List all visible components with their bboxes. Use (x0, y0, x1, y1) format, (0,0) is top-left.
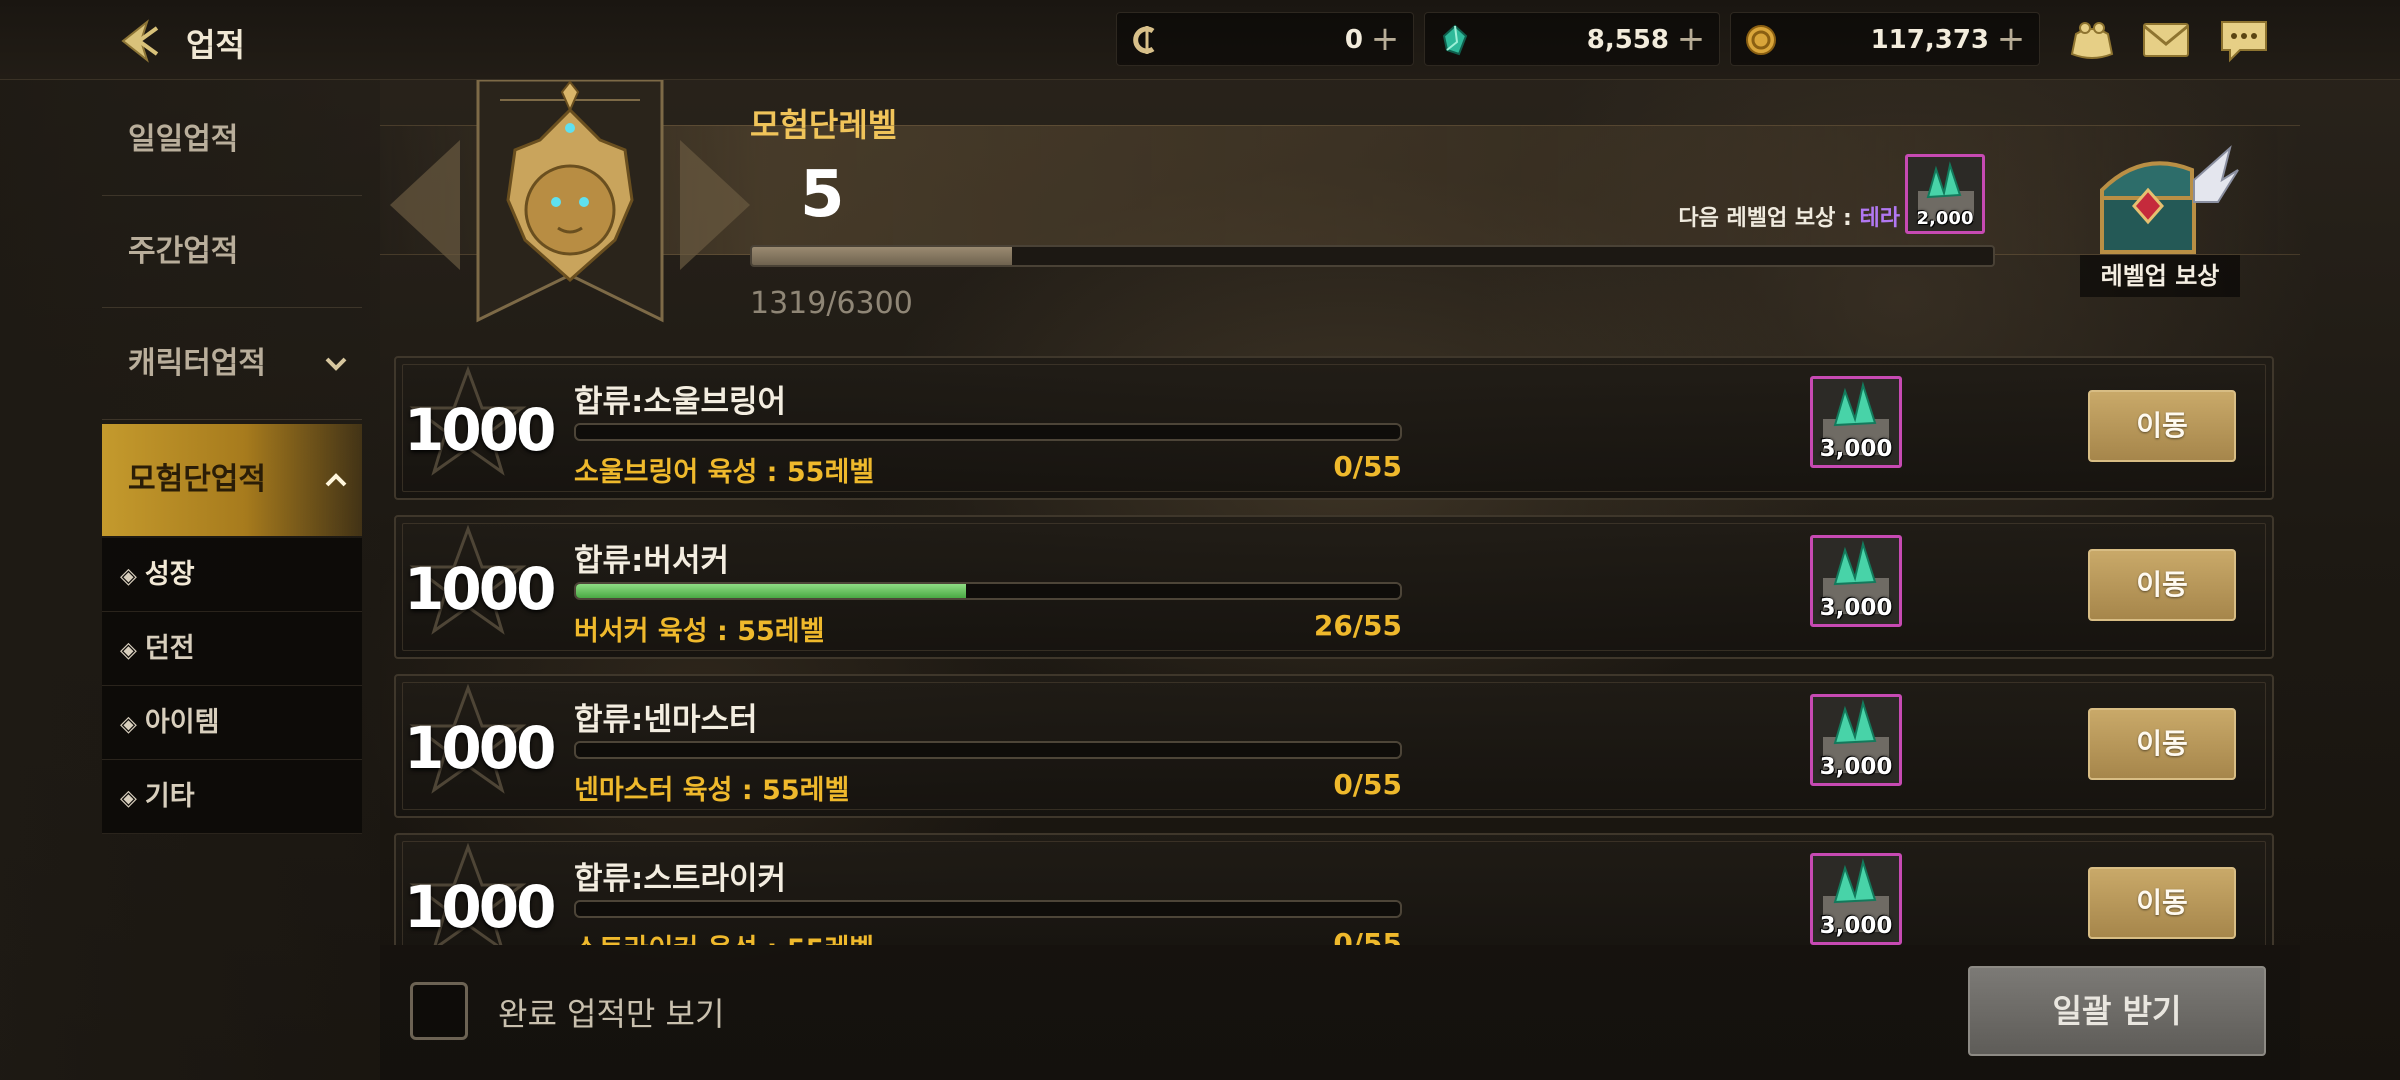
achievement-progress-bar (574, 741, 1402, 759)
achievement-count: 0/55 (1333, 927, 1402, 945)
add-tera-button[interactable]: + (1673, 19, 1709, 59)
achievement-desc: 소울브링어 육성 : 55레벨 (574, 457, 875, 488)
back-arrow-icon (121, 19, 159, 63)
reward-qty: 3,000 (1819, 436, 1893, 462)
top-bar: 업적 0 + 8,558 + 117,373 + (0, 0, 2400, 80)
achievement-progress-bar (574, 423, 1402, 441)
achievement-name: 합류:넨마스터 (574, 702, 758, 738)
move-button[interactable]: 이동 (2088, 549, 2236, 621)
completed-only-checkbox[interactable] (410, 982, 468, 1040)
reward-qty: 3,000 (1819, 913, 1893, 939)
diamond-bullet-icon: ◈ (120, 786, 137, 811)
achievement-progress-bar (574, 582, 1402, 600)
move-button[interactable]: 이동 (2088, 867, 2236, 939)
achievement-name: 합류:소울브링어 (574, 384, 787, 420)
sidebar-item-weekly[interactable]: 주간업적 (102, 196, 362, 308)
achievement-count: 0/55 (1333, 450, 1402, 483)
next-reward-label: 다음 레벨업 보상 : 테라 (1490, 200, 1900, 232)
sidebar-item-label: 주간업적 (128, 234, 239, 269)
sub-item-growth[interactable]: ◈ 성장 (102, 538, 362, 612)
gold-coin-icon (1746, 25, 1776, 55)
lion-crest-icon (390, 78, 750, 323)
sidebar-item-daily[interactable]: 일일업적 (102, 84, 362, 196)
back-button[interactable] (115, 16, 165, 66)
chevron-up-icon (325, 473, 347, 487)
achievement-desc: 스트라이커 육성 : 55레벨 (574, 927, 874, 945)
achievement-name: 합류:스트라이커 (574, 861, 787, 897)
achievement-desc: 버서커 육성 : 55레벨 (574, 616, 825, 647)
tera-crystal-icon (1442, 24, 1468, 56)
achievement-list[interactable]: 1000 합류:소울브링어 소울브링어 육성 : 55레벨 0/55 3,000… (390, 352, 2280, 945)
next-reward-name: 테라 (1859, 206, 1900, 231)
tera-value: 8,558 (1586, 25, 1669, 55)
achievement-reward-item[interactable]: 3,000 (1810, 535, 1902, 627)
sub-item-etc[interactable]: ◈ 기타 (102, 760, 362, 834)
sidebar-item-adventure[interactable]: 모험단업적 (102, 424, 362, 536)
add-gold-button[interactable]: + (1993, 19, 2029, 59)
achievement-count: 0/55 (1333, 768, 1402, 801)
achievement-reward-item[interactable]: 3,000 (1810, 376, 1902, 468)
level-value: 5 (800, 158, 845, 232)
achievement-points: 1000 (404, 873, 556, 941)
move-button[interactable]: 이동 (2088, 708, 2236, 780)
sub-item-label: 성장 (144, 559, 195, 590)
sub-item-label: 기타 (144, 781, 195, 812)
achievement-name: 합류:버서커 (574, 543, 729, 579)
level-progress-text: 1319/6300 (750, 286, 913, 321)
level-progress-bar (750, 245, 1995, 267)
sub-item-label: 던전 (144, 633, 195, 664)
achievement-row: 1000 합류:스트라이커 스트라이커 육성 : 55레벨 0/55 3,000… (394, 833, 2274, 945)
adventure-emblem (390, 78, 750, 330)
sub-item-item[interactable]: ◈ 아이템 (102, 686, 362, 760)
achievement-count: 26/55 (1313, 609, 1402, 642)
move-button[interactable]: 이동 (2088, 390, 2236, 462)
next-reward-prefix: 다음 레벨업 보상 : (1678, 206, 1860, 231)
chat-icon[interactable] (2218, 16, 2270, 64)
sub-item-label: 아이템 (144, 707, 220, 738)
achievement-reward-item[interactable]: 3,000 (1810, 694, 1902, 786)
currency-coin: 0 + (1116, 12, 1414, 66)
chevron-down-icon (325, 357, 347, 371)
sub-item-dungeon[interactable]: ◈ 던전 (102, 612, 362, 686)
coin-value: 0 (1344, 25, 1363, 55)
diamond-bullet-icon: ◈ (120, 638, 137, 663)
sidebar-item-label: 캐릭터업적 (128, 346, 266, 381)
achievement-row: 1000 합류:소울브링어 소울브링어 육성 : 55레벨 0/55 3,000… (394, 356, 2274, 500)
achievement-row: 1000 합류:버서커 버서커 육성 : 55레벨 26/55 3,000 이동 (394, 515, 2274, 659)
currency-gold: 117,373 + (1730, 12, 2040, 66)
reward-qty: 3,000 (1819, 595, 1893, 621)
achievement-row: 1000 합류:넨마스터 넨마스터 육성 : 55레벨 0/55 3,000 이… (394, 674, 2274, 818)
diamond-bullet-icon: ◈ (120, 564, 137, 589)
page-title: 업적 (186, 26, 245, 64)
achievement-reward-item[interactable]: 3,000 (1810, 853, 1902, 945)
reward-qty: 3,000 (1819, 754, 1893, 780)
level-progress-fill (752, 247, 1012, 265)
currency-tera: 8,558 + (1424, 12, 1720, 66)
diamond-bullet-icon: ◈ (120, 712, 137, 737)
claim-all-button[interactable]: 일괄 받기 (1968, 966, 2266, 1056)
achievement-desc: 넨마스터 육성 : 55레벨 (574, 775, 850, 806)
achievement-points: 1000 (404, 555, 556, 623)
gold-value: 117,373 (1870, 25, 1989, 55)
achievement-points: 1000 (404, 714, 556, 782)
completed-only-label[interactable]: 완료 업적만 보기 (498, 989, 724, 1035)
pouch-icon[interactable] (2066, 16, 2118, 64)
coin-currency-icon (1133, 26, 1155, 54)
sidebar-item-label: 모험단업적 (128, 462, 266, 497)
level-title: 모험단레벨 (750, 106, 898, 144)
next-reward-qty: 2,000 (1916, 208, 1974, 229)
treasure-chest-icon (2100, 145, 2239, 254)
achievement-points: 1000 (404, 396, 556, 464)
next-reward-item[interactable]: 2,000 (1905, 154, 1985, 234)
achievement-progress-fill (576, 584, 966, 598)
sidebar-item-label: 일일업적 (128, 122, 239, 157)
add-coin-button[interactable]: + (1367, 19, 1403, 59)
levelup-reward-label[interactable]: 레벨업 보상 (2080, 255, 2240, 297)
achievement-progress-bar (574, 900, 1402, 918)
sidebar-item-character[interactable]: 캐릭터업적 (102, 308, 362, 420)
mail-icon[interactable] (2140, 16, 2192, 64)
